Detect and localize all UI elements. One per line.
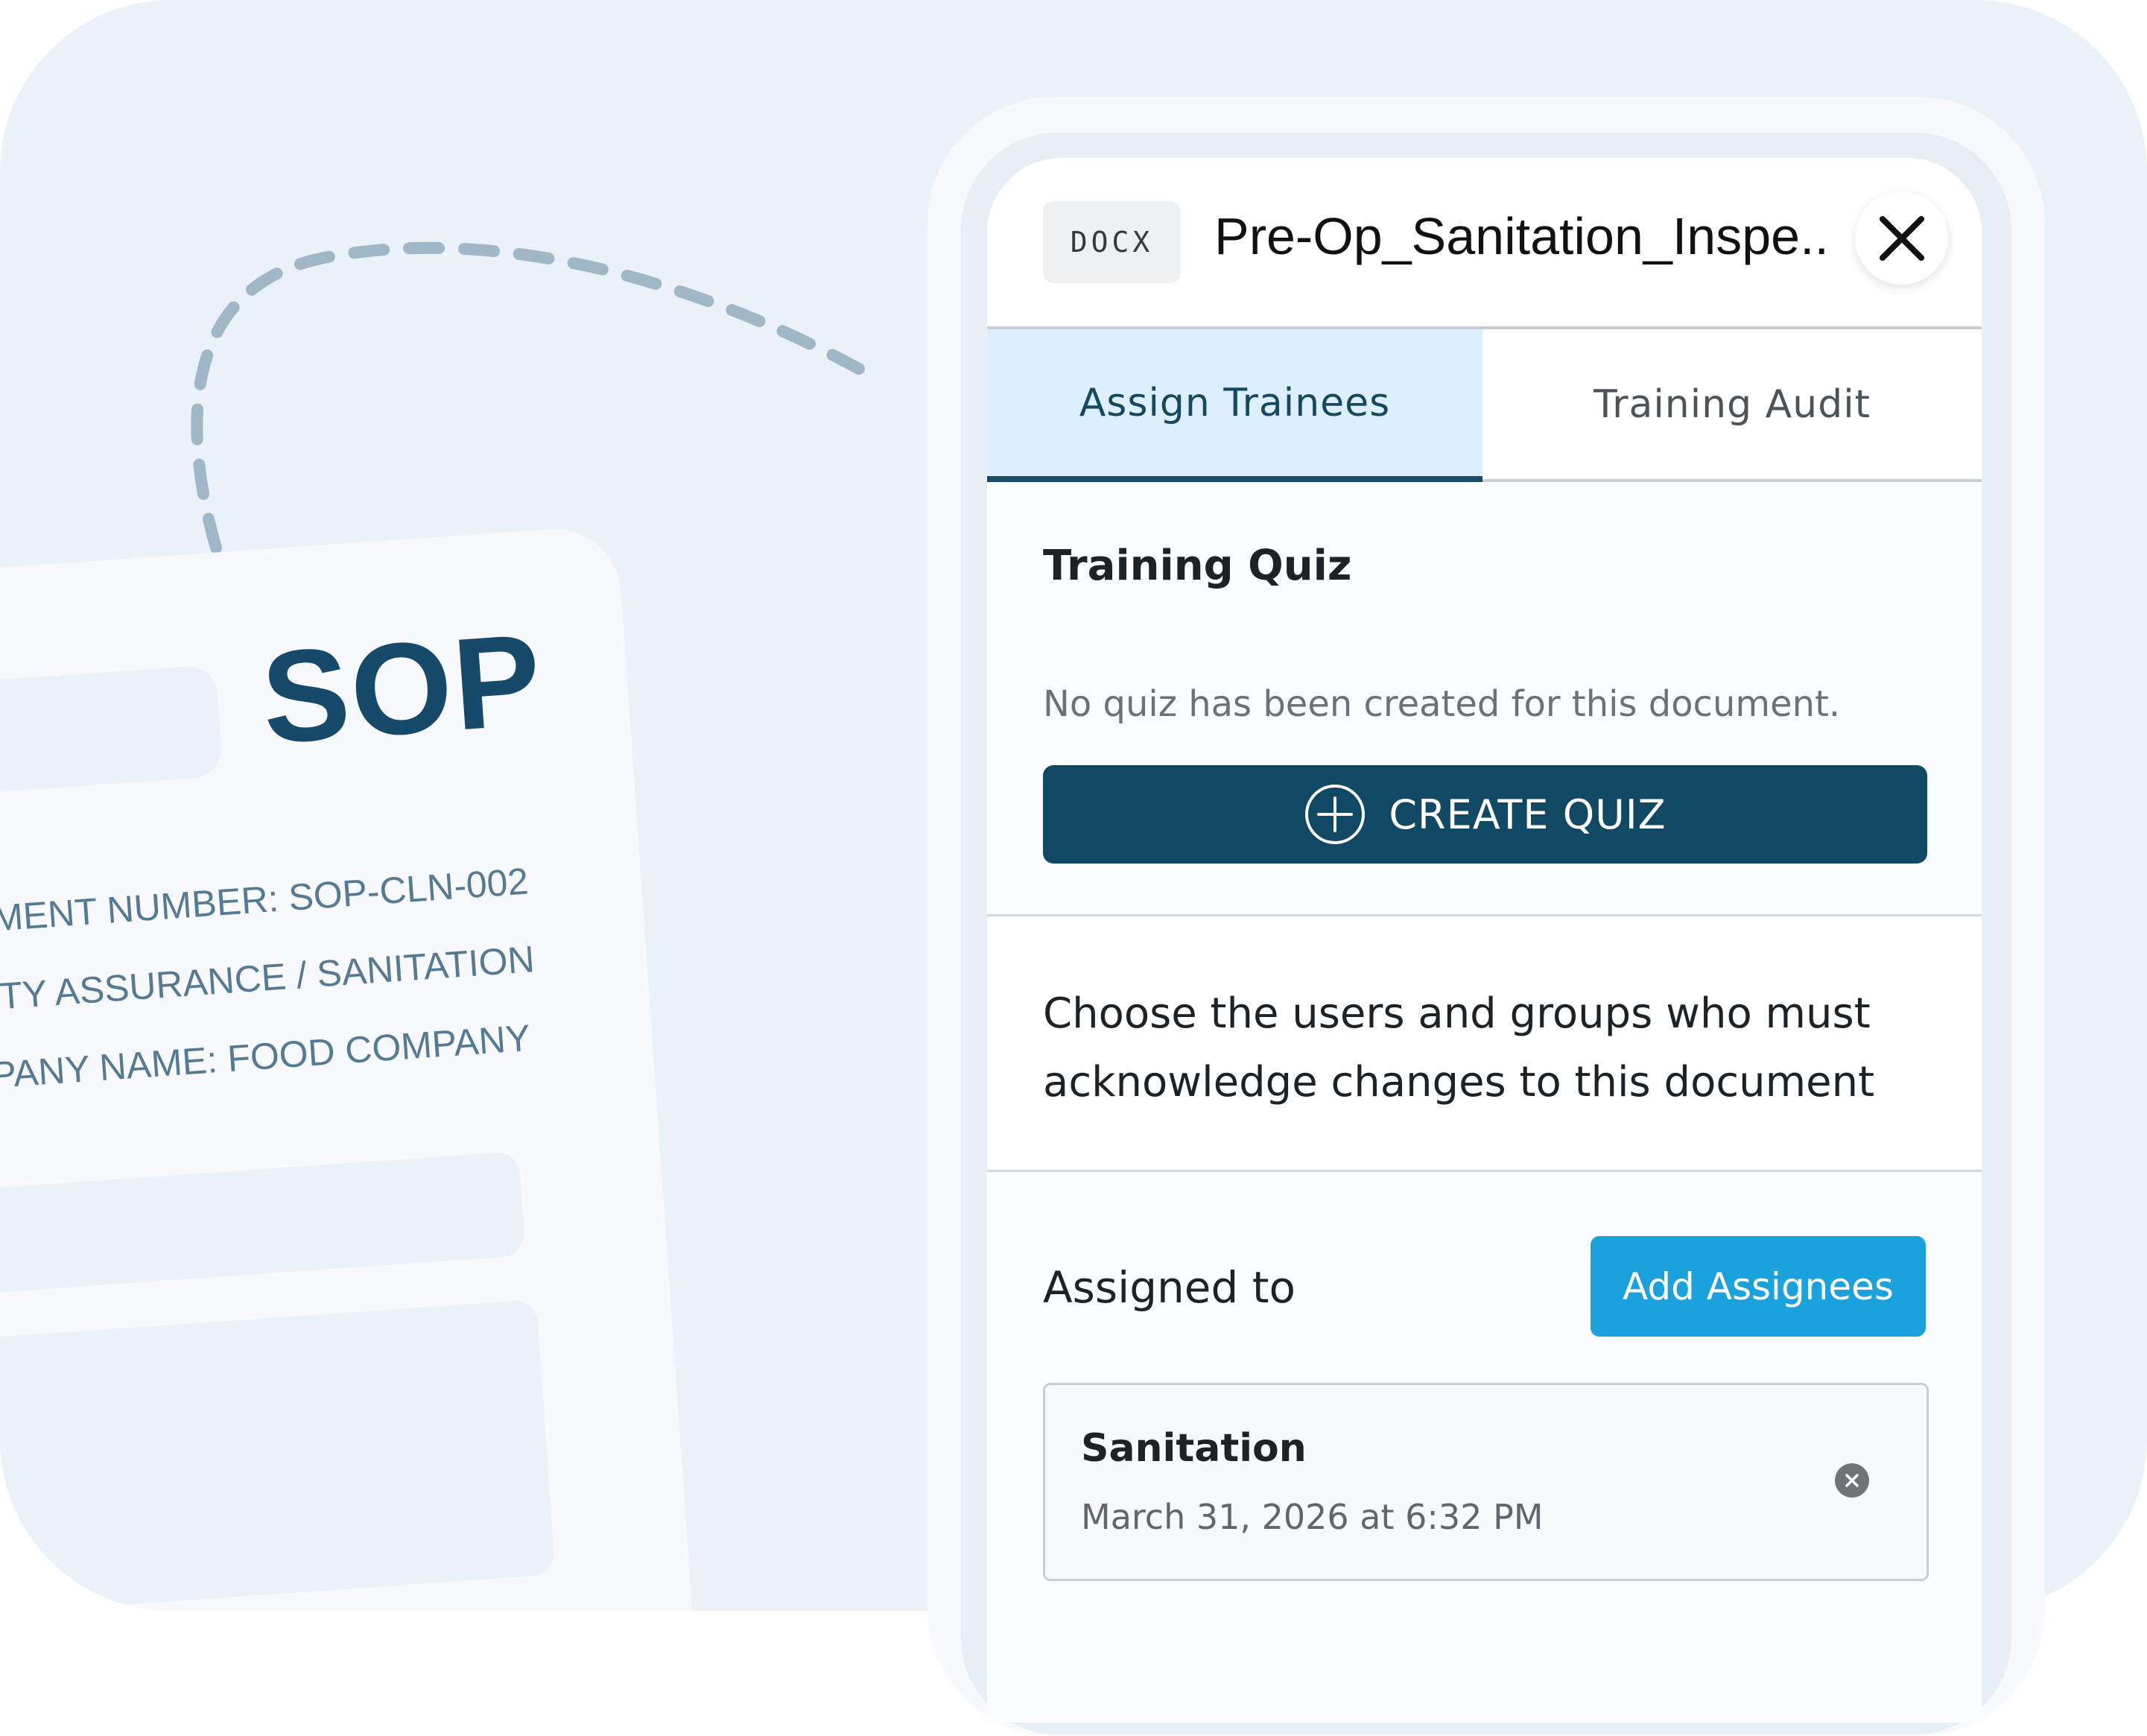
tab-assign-trainees[interactable]: Assign Trainees: [987, 329, 1482, 482]
sop-company-name: COMPANY NAME: FOOD COMPANY: [0, 1016, 532, 1103]
dashed-connector: [191, 241, 885, 554]
assignee-date: March 31, 2026 at 6:32 PM: [1081, 1497, 1544, 1537]
add-assignees-button[interactable]: Add Assignees: [1591, 1236, 1926, 1337]
section-divider: [987, 1170, 1982, 1172]
remove-icon[interactable]: [1835, 1463, 1869, 1498]
assignee-name: Sanitation: [1081, 1426, 1307, 1471]
x-mark-icon: [1845, 1474, 1859, 1487]
sop-document-number: DOCUMENT NUMBER: SOP-CLN-002: [0, 860, 530, 947]
assignment-instructions: Choose the users and groups who must ack…: [1043, 989, 1875, 1106]
quiz-empty-message: No quiz has been created for this docume…: [1043, 683, 1841, 725]
tab-training-audit[interactable]: Training Audit: [1482, 329, 1982, 482]
document-panel: DOCX Pre-Op_Sanitation_Inspe... Assign T…: [987, 158, 1982, 1723]
sop-document-card: SOP DOCUMENT NUMBER: SOP-CLN-002 QUALITY…: [0, 524, 698, 1611]
panel-header: DOCX Pre-Op_Sanitation_Inspe...: [987, 158, 1982, 328]
instructions-section: Choose the users and groups who must ack…: [987, 916, 1982, 1170]
close-button[interactable]: [1855, 191, 1948, 285]
sop-placeholder-bar: [0, 664, 223, 798]
create-quiz-label: CREATE QUIZ: [1389, 791, 1666, 838]
assignee-item: Sanitation March 31, 2026 at 6:32 PM: [1043, 1383, 1929, 1581]
sop-placeholder-block: [0, 1299, 556, 1611]
sop-placeholder-block: [0, 1151, 526, 1296]
plus-circle-icon: [1305, 785, 1366, 844]
assigned-to-heading: Assigned to: [1043, 1262, 1296, 1313]
sop-department: QUALITY ASSURANCE / SANITATION: [0, 938, 536, 1025]
create-quiz-button[interactable]: CREATE QUIZ: [1043, 765, 1927, 864]
training-quiz-section: Training Quiz No quiz has been created f…: [987, 482, 1982, 914]
assigned-section: Assigned to Add Assignees Sanitation Mar…: [987, 1173, 1982, 1723]
close-icon: [1879, 215, 1924, 261]
training-quiz-heading: Training Quiz: [1043, 542, 1352, 590]
sop-title: SOP: [257, 606, 547, 772]
document-title: Pre-Op_Sanitation_Inspe...: [1214, 207, 1833, 265]
file-type-badge: DOCX: [1043, 201, 1181, 283]
tab-bar: Assign Trainees Training Audit: [987, 329, 1982, 482]
